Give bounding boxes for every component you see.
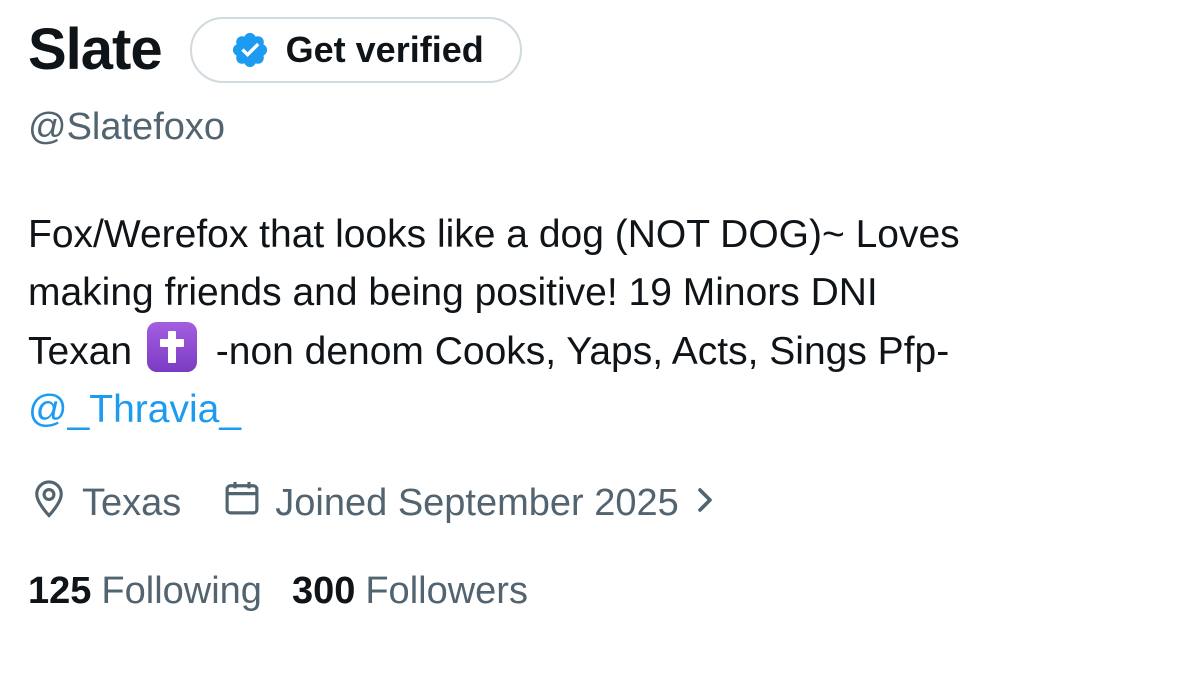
get-verified-button[interactable]: Get verified: [189, 17, 522, 83]
bio-line-1: Fox/Werefox that looks like a dog (NOT D…: [28, 213, 960, 256]
follow-stats: 125 Following 300 Followers: [28, 566, 558, 616]
followers-link[interactable]: 300 Followers: [292, 570, 528, 613]
joined-item[interactable]: Joined September 2025: [221, 477, 729, 529]
following-label: Following: [101, 569, 262, 612]
bio: Fox/Werefox that looks like a dog (NOT D…: [28, 206, 1178, 439]
bio-line-3-after: -non denom Cooks, Yaps, Acts, Sings Pfp-: [215, 330, 950, 373]
get-verified-label: Get verified: [285, 29, 484, 70]
user-handle: @Slatefoxo: [28, 106, 226, 148]
bio-line-2: making friends and being positive! 19 Mi…: [28, 271, 878, 314]
bio-line-3-before: Texan: [28, 330, 133, 373]
location-pin-icon: [28, 477, 82, 529]
followers-count: 300: [291, 569, 356, 612]
following-count: 125: [28, 569, 92, 612]
profile-meta: Texas Joined September 2025: [28, 478, 769, 528]
bio-line-3: Texan -non denom Cooks, Yaps, Acts, Sing…: [28, 322, 1178, 381]
followers-label: Followers: [365, 569, 528, 612]
chevron-right-icon: [693, 482, 729, 525]
verified-badge-icon: [230, 30, 270, 70]
joined-text: Joined September 2025: [275, 481, 679, 524]
bio-line-4: @_Thravia_: [28, 381, 1178, 439]
display-name: Slate: [28, 17, 163, 82]
following-link[interactable]: 125 Following: [28, 570, 262, 613]
location-text: Texas: [82, 481, 182, 524]
latin-cross-emoji-icon: [146, 322, 197, 372]
location-item: Texas: [28, 477, 181, 529]
name-row: Slate Get verified: [28, 16, 522, 84]
mention-link[interactable]: @_Thravia_: [28, 388, 241, 431]
calendar-icon: [221, 477, 275, 529]
